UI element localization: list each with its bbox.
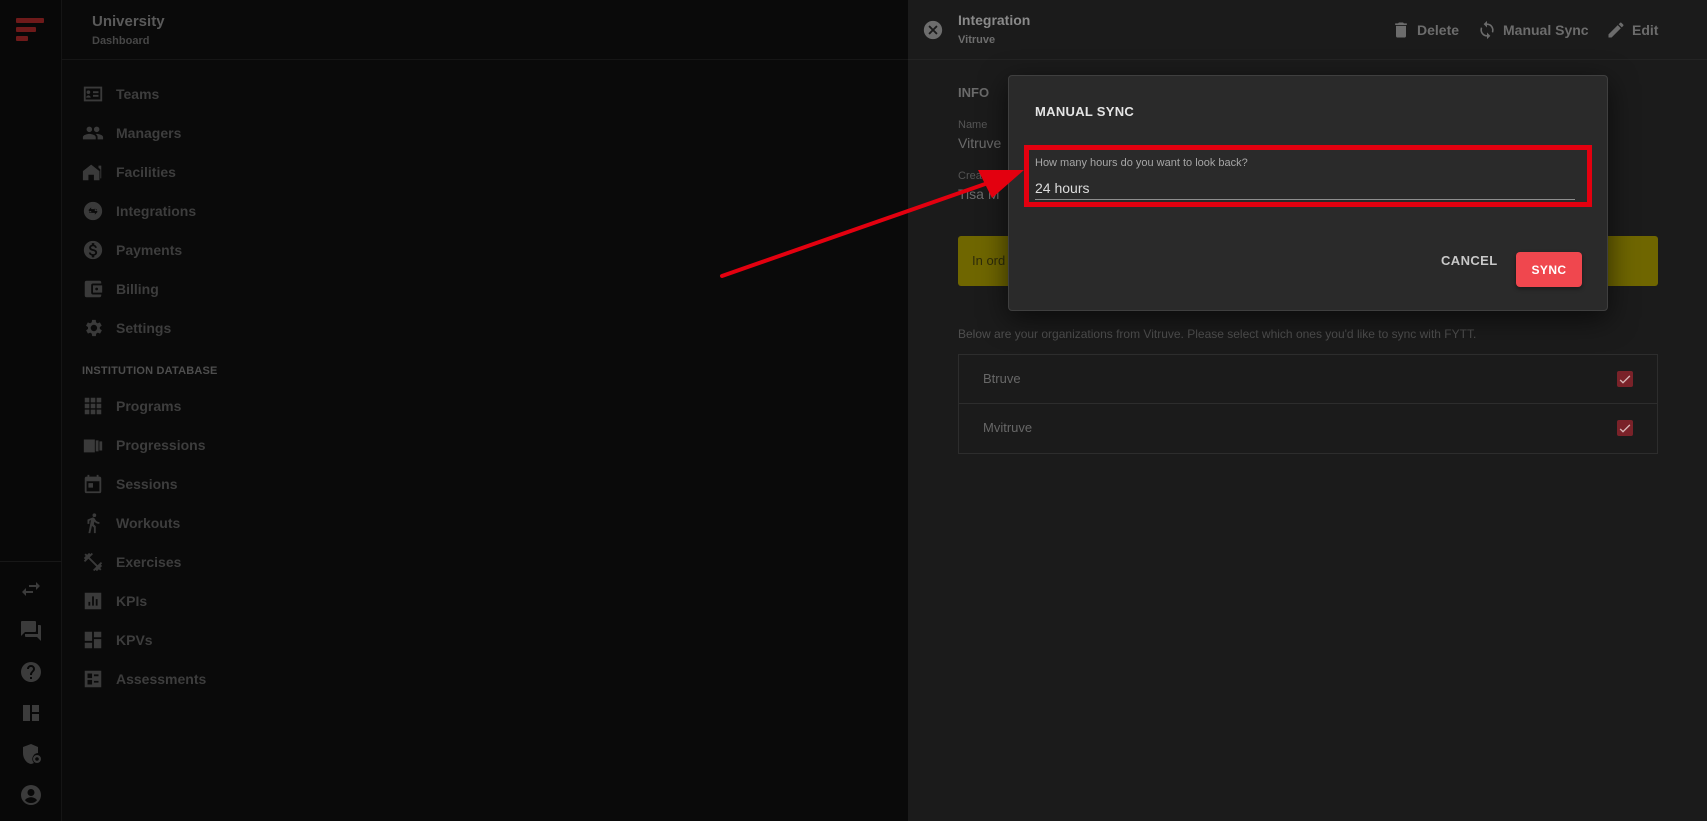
dollar-icon bbox=[82, 239, 104, 261]
sidebar-item-label: Billing bbox=[116, 281, 159, 297]
hours-input[interactable] bbox=[1035, 177, 1575, 200]
edit-label: Edit bbox=[1632, 22, 1659, 38]
chat-icon[interactable] bbox=[19, 619, 43, 643]
sidebar-item-assessments[interactable]: Assessments bbox=[82, 666, 342, 692]
sidebar-item-integrations[interactable]: Integrations bbox=[82, 198, 342, 224]
sidebar-item-teams[interactable]: Teams bbox=[82, 81, 342, 107]
help-icon[interactable] bbox=[19, 660, 43, 684]
sidebar-item-managers[interactable]: Managers bbox=[82, 120, 342, 146]
hours-input-label: How many hours do you want to look back? bbox=[1035, 157, 1248, 169]
sidebar-item-label: Teams bbox=[116, 86, 160, 102]
gear-icon bbox=[82, 317, 104, 339]
notice-text: In ord bbox=[972, 253, 1006, 268]
sidebar-item-label: Settings bbox=[116, 320, 172, 336]
panel-header: Integration Vitruve Delete Manual Sync E… bbox=[908, 0, 1707, 60]
organizations-intro: Below are your organizations from Vitruv… bbox=[958, 327, 1477, 341]
sidebar-item-label: Facilities bbox=[116, 164, 176, 180]
sidebar-item-facilities[interactable]: Facilities bbox=[82, 159, 342, 185]
grid-icon bbox=[82, 395, 104, 417]
cancel-button[interactable]: CANCEL bbox=[1441, 253, 1498, 268]
org-title[interactable]: University bbox=[92, 13, 165, 30]
sidebar-item-label: Exercises bbox=[116, 554, 182, 570]
sidebar: University Dashboard Teams Managers Faci… bbox=[62, 0, 908, 821]
sync-icon bbox=[82, 200, 104, 222]
sidebar-item-payments[interactable]: Payments bbox=[82, 237, 342, 263]
people-icon bbox=[82, 122, 104, 144]
sidebar-item-programs[interactable]: Programs bbox=[82, 393, 342, 419]
sidebar-item-kpis[interactable]: KPIs bbox=[82, 588, 342, 614]
organization-list: Btruve Mvitruve bbox=[958, 354, 1658, 454]
sidebar-item-billing[interactable]: Billing bbox=[82, 276, 342, 302]
calendar-icon bbox=[82, 473, 104, 495]
home-icon bbox=[82, 161, 104, 183]
account-icon[interactable] bbox=[19, 783, 43, 807]
panel-title: Integration bbox=[958, 12, 1031, 28]
sidebar-item-sessions[interactable]: Sessions bbox=[82, 471, 342, 497]
sidebar-item-label: Programs bbox=[116, 398, 182, 414]
app-logo-icon[interactable] bbox=[16, 18, 44, 48]
manual-sync-dialog: MANUAL SYNC How many hours do you want t… bbox=[1008, 75, 1608, 311]
organization-name: Mvitruve bbox=[983, 420, 1033, 435]
sidebar-item-label: Workouts bbox=[116, 515, 181, 531]
check-icon bbox=[1619, 424, 1631, 433]
section-label: INSTITUTION DATABASE bbox=[82, 365, 218, 377]
sidebar-item-settings[interactable]: Settings bbox=[82, 315, 342, 341]
switch-icon[interactable] bbox=[19, 578, 43, 602]
sidebar-item-progressions[interactable]: Progressions bbox=[82, 432, 342, 458]
contacts-icon bbox=[82, 83, 104, 105]
sync-button[interactable]: SYNC bbox=[1516, 252, 1582, 287]
sidebar-item-label: Managers bbox=[116, 125, 182, 141]
sidebar-item-label: Payments bbox=[116, 242, 183, 258]
organization-checkbox[interactable] bbox=[1617, 371, 1633, 387]
manual-sync-button[interactable]: Manual Sync bbox=[1477, 19, 1589, 41]
org-subtitle: Dashboard bbox=[92, 35, 150, 47]
delete-button[interactable]: Delete bbox=[1391, 19, 1459, 41]
progression-icon bbox=[82, 434, 104, 456]
panel-subtitle: Vitruve bbox=[958, 34, 996, 46]
dialog-title: MANUAL SYNC bbox=[1035, 104, 1135, 119]
sidebar-item-kpvs[interactable]: KPVs bbox=[82, 627, 342, 653]
sidebar-item-exercises[interactable]: Exercises bbox=[82, 549, 342, 575]
info-heading: INFO bbox=[958, 85, 990, 100]
trash-icon bbox=[1395, 22, 1407, 38]
organization-name: Btruve bbox=[983, 371, 1021, 386]
sidebar-item-label: Assessments bbox=[116, 671, 207, 687]
bar-chart-icon bbox=[82, 590, 104, 612]
wallet-icon bbox=[82, 278, 104, 300]
organization-checkbox[interactable] bbox=[1617, 420, 1633, 436]
document-list-icon[interactable] bbox=[19, 701, 43, 725]
shield-settings-icon[interactable] bbox=[19, 742, 43, 766]
name-value: Vitruve bbox=[958, 135, 1002, 151]
sync-arrows-icon bbox=[1480, 20, 1494, 40]
dashboard-icon bbox=[82, 629, 104, 651]
sidebar-item-workouts[interactable]: Workouts bbox=[82, 510, 342, 536]
delete-label: Delete bbox=[1417, 22, 1460, 38]
sidebar-item-label: Sessions bbox=[116, 476, 178, 492]
sidebar-item-label: KPIs bbox=[116, 593, 148, 609]
sidebar-item-label: KPVs bbox=[116, 632, 153, 648]
manual-sync-label: Manual Sync bbox=[1503, 22, 1589, 38]
pencil-icon bbox=[1608, 22, 1624, 38]
list-item[interactable]: Btruve bbox=[959, 355, 1657, 404]
icon-rail bbox=[0, 0, 62, 821]
run-icon bbox=[82, 512, 104, 534]
sidebar-item-label: Integrations bbox=[116, 203, 197, 219]
check-icon bbox=[1619, 375, 1631, 384]
edit-button[interactable]: Edit bbox=[1606, 19, 1658, 41]
created-label: Create bbox=[958, 170, 992, 182]
name-label: Name bbox=[958, 119, 988, 131]
sidebar-header: University Dashboard bbox=[62, 0, 908, 60]
list-item[interactable]: Mvitruve bbox=[959, 404, 1657, 453]
sidebar-item-label: Progressions bbox=[116, 437, 206, 453]
rail-divider bbox=[0, 561, 62, 562]
assessment-icon bbox=[82, 668, 104, 690]
dumbbell-icon bbox=[82, 551, 104, 573]
created-value: Tisa M bbox=[958, 186, 1000, 202]
close-icon[interactable] bbox=[922, 19, 944, 41]
